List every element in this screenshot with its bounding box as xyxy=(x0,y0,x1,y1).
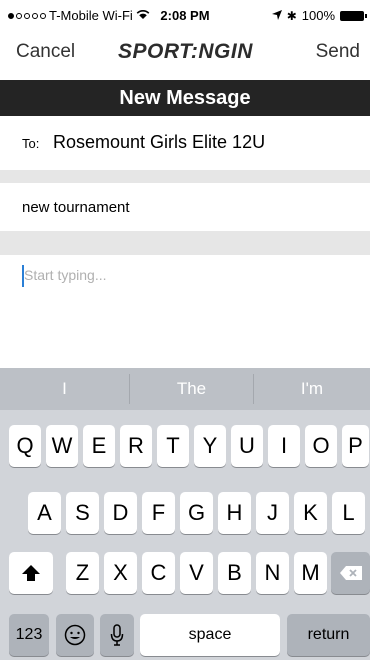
status-right: ✱ 100% xyxy=(271,8,367,23)
key-u[interactable]: U xyxy=(231,425,263,467)
microphone-icon xyxy=(110,624,124,646)
recipient-field[interactable]: To: Rosemount Girls Elite 12U xyxy=(0,120,370,168)
key-p[interactable]: P xyxy=(342,425,369,467)
key-t[interactable]: T xyxy=(157,425,189,467)
return-key[interactable]: return xyxy=(287,614,370,656)
message-placeholder: Start typing... xyxy=(24,267,107,283)
message-body-input[interactable]: Start typing... xyxy=(0,255,370,365)
key-g[interactable]: G xyxy=(180,492,213,534)
key-k[interactable]: K xyxy=(294,492,327,534)
key-h[interactable]: H xyxy=(218,492,251,534)
delete-key[interactable] xyxy=(331,552,370,594)
key-s[interactable]: S xyxy=(66,492,99,534)
dictation-key[interactable] xyxy=(100,614,134,656)
key-c[interactable]: C xyxy=(142,552,175,594)
emoji-key[interactable] xyxy=(56,614,94,656)
key-x[interactable]: X xyxy=(104,552,137,594)
subject-value: new tournament xyxy=(22,199,130,216)
key-y[interactable]: Y xyxy=(194,425,226,467)
key-q[interactable]: Q xyxy=(9,425,41,467)
app-logo: SPORT:NGIN xyxy=(118,40,253,63)
recipient-value: Rosemount Girls Elite 12U xyxy=(53,132,266,152)
key-i[interactable]: I xyxy=(268,425,300,467)
emoji-icon xyxy=(64,624,86,646)
cancel-button[interactable]: Cancel xyxy=(16,41,75,63)
key-v[interactable]: V xyxy=(180,552,213,594)
prediction-2[interactable]: The xyxy=(130,368,253,410)
key-d[interactable]: D xyxy=(104,492,137,534)
divider xyxy=(0,170,370,183)
key-a[interactable]: A xyxy=(28,492,61,534)
battery-icon xyxy=(340,10,367,21)
space-key[interactable]: space xyxy=(140,614,280,656)
key-b[interactable]: B xyxy=(218,552,251,594)
key-f[interactable]: F xyxy=(142,492,175,534)
numbers-key[interactable]: 123 xyxy=(9,614,49,656)
predictive-bar: I The I'm xyxy=(0,368,370,410)
key-o[interactable]: O xyxy=(305,425,337,467)
status-bar: T-Mobile Wi-Fi 2:08 PM ✱ 100% xyxy=(0,0,370,32)
page-title: New Message xyxy=(0,80,370,116)
shift-arrow-icon xyxy=(22,565,40,581)
location-arrow-icon xyxy=(271,8,282,23)
nav-bar: Cancel SPORT:NGIN Send xyxy=(0,32,370,78)
keyboard: I The I'm Q W E R T Y U I O P A S D F G … xyxy=(0,368,370,660)
prediction-1[interactable]: I xyxy=(0,368,129,410)
prediction-3[interactable]: I'm xyxy=(254,368,370,410)
shift-key[interactable] xyxy=(9,552,53,594)
backspace-icon xyxy=(339,566,362,580)
key-j[interactable]: J xyxy=(256,492,289,534)
subject-field[interactable]: new tournament xyxy=(0,183,370,231)
battery-percent: 100% xyxy=(301,8,335,23)
bluetooth-icon: ✱ xyxy=(286,8,297,23)
key-w[interactable]: W xyxy=(46,425,78,467)
key-e[interactable]: E xyxy=(83,425,115,467)
divider xyxy=(0,231,370,255)
key-m[interactable]: M xyxy=(294,552,327,594)
key-n[interactable]: N xyxy=(256,552,289,594)
to-label: To: xyxy=(22,136,40,151)
key-r[interactable]: R xyxy=(120,425,152,467)
send-button[interactable]: Send xyxy=(316,41,360,63)
key-l[interactable]: L xyxy=(332,492,365,534)
key-z[interactable]: Z xyxy=(66,552,99,594)
